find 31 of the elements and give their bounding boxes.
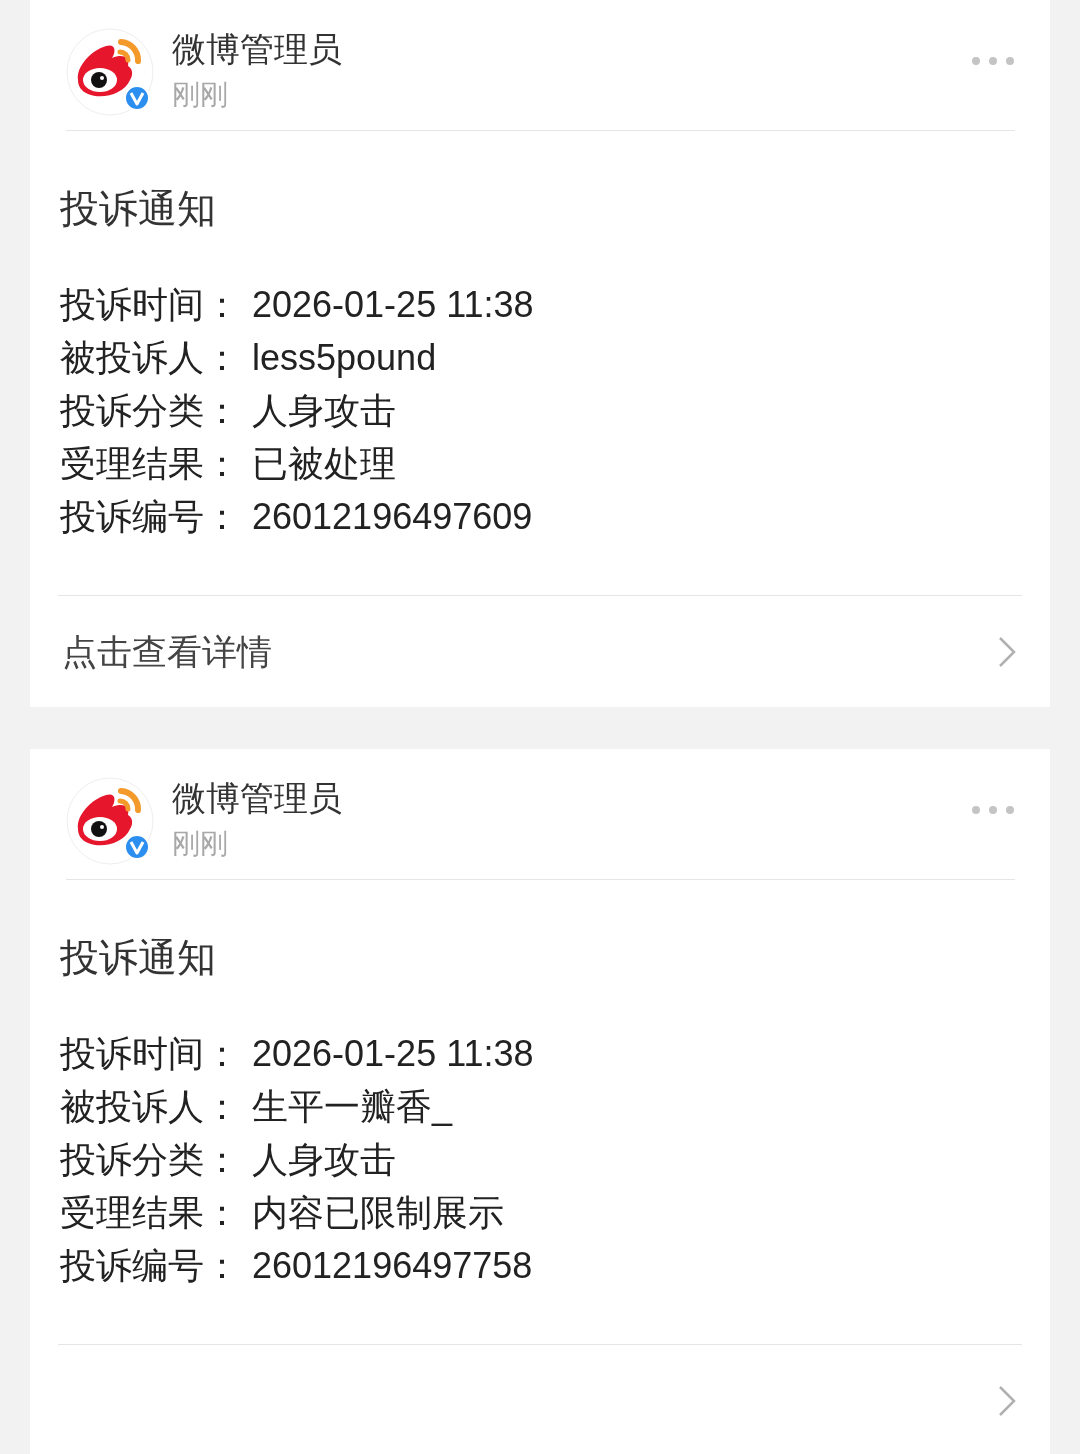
field-label: 投诉时间：	[60, 283, 241, 327]
more-icon[interactable]	[971, 805, 1015, 815]
field-value: 内容已限制展示	[252, 1191, 505, 1235]
more-icon[interactable]	[971, 56, 1015, 66]
field-label: 被投诉人：	[60, 1085, 241, 1129]
field-value: 生平一瓣香_	[252, 1085, 454, 1129]
chevron-right-icon[interactable]	[998, 1385, 1016, 1417]
notice-title: 投诉通知	[60, 935, 217, 981]
field-value: 26012196497758	[252, 1244, 534, 1288]
field-label: 受理结果：	[60, 1191, 241, 1235]
field-value: 人身攻击	[252, 1138, 397, 1182]
field-value: 已被处理	[252, 442, 397, 486]
sender-name: 微博管理员	[172, 778, 343, 819]
field-value: 人身攻击	[252, 389, 397, 433]
field-value: less5pound	[252, 336, 438, 380]
field-label: 投诉分类：	[60, 1138, 241, 1182]
post-time: 刚刚	[172, 78, 229, 112]
field-label: 受理结果：	[60, 442, 241, 486]
view-details-link[interactable]: 点击查看详情	[62, 628, 272, 676]
post-time: 刚刚	[172, 827, 229, 861]
field-value: 26012196497609	[252, 495, 534, 539]
field-label: 投诉编号：	[60, 1244, 241, 1288]
sender-name: 微博管理员	[172, 29, 343, 70]
field-label: 投诉时间：	[60, 1032, 241, 1076]
field-value: 2026-01-25 11:38	[252, 1032, 535, 1076]
notice-title: 投诉通知	[60, 186, 217, 232]
field-value: 2026-01-25 11:38	[252, 283, 535, 327]
field-label: 投诉编号：	[60, 495, 241, 539]
chevron-right-icon[interactable]	[998, 636, 1016, 668]
field-label: 投诉分类：	[60, 389, 241, 433]
field-label: 被投诉人：	[60, 336, 241, 380]
